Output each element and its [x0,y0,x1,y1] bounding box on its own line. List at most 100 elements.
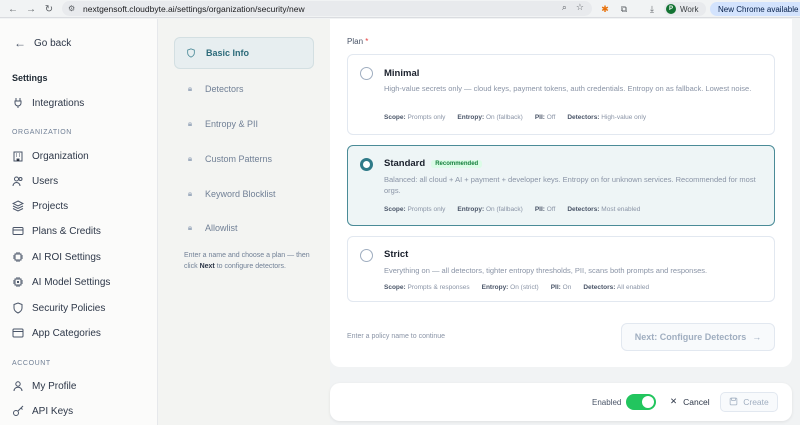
lock-icon: 🔒︎ [187,154,193,163]
bookmark-star-icon[interactable]: ☆ [576,2,584,13]
step-label: Entropy & PII [205,119,259,129]
plan-description: Everything on — all detectors, tighter e… [384,266,708,275]
reload-icon[interactable]: ↻ [42,2,56,16]
required-mark: * [365,37,369,46]
sidebar-item-integrations[interactable]: Integrations [12,96,84,110]
shield-icon [186,48,196,58]
plan-label: Plan * [347,37,368,46]
lock-icon: 🔒︎ [187,189,193,198]
meta-key: Scope: [384,114,406,121]
cancel-button[interactable]: ✕ Cancel [670,396,710,407]
meta-value: Prompts only [407,114,446,121]
profile-chip[interactable]: P Work [664,2,706,16]
sidebar-item-my-profile[interactable]: My Profile [12,379,76,393]
back-arrow-icon[interactable]: ← [6,2,20,16]
step-allowlist[interactable]: 🔒︎ Allowlist [174,212,314,244]
sidebar-item-ai-model-settings[interactable]: AI Model Settings [12,275,110,289]
cpu-icon [12,276,24,288]
forward-arrow-icon[interactable]: → [24,2,38,16]
meta-value: All enabled [616,284,650,291]
toggle-knob [642,396,654,408]
plan-meta: Scope: Prompts only Entropy: On (fallbac… [384,114,646,121]
download-icon[interactable]: ⤓ [645,2,659,16]
meta-key: Detectors: [567,114,600,121]
sidebar-item-security-policies[interactable]: Security Policies [12,301,105,315]
sidebar-item-label: AI ROI Settings [32,251,101,263]
plan-card-minimal[interactable]: Minimal High-value secrets only — cloud … [347,54,775,135]
chrome-update-button[interactable]: New Chrome available [710,2,800,16]
meta-value: Prompts & responses [407,284,470,291]
plan-entropy: Entropy: On (strict) [482,284,539,291]
sidebar-item-label: Integrations [32,97,85,109]
plan-meta: Scope: Prompts only Entropy: On (fallbac… [384,206,640,213]
step-keyword-blocklist[interactable]: 🔒︎ Keyword Blocklist [174,178,314,210]
plan-radio-minimal[interactable] [360,67,373,80]
policy-name-hint: Enter a policy name to continue [347,333,446,340]
sidebar-item-label: Projects [32,200,69,212]
step-entropy-pii[interactable]: 🔒︎ Entropy & PII [174,108,314,140]
zoom-icon[interactable]: ⌕ [562,2,567,13]
lock-icon: 🔒︎ [187,84,193,93]
recommended-badge: Recommended [431,160,483,168]
next-configure-detectors-button[interactable]: Next: Configure Detectors → [621,323,775,351]
plan-pii: PII: Off [535,114,556,121]
step-detectors[interactable]: 🔒︎ Detectors [174,73,314,105]
sidebar-item-label: AI Model Settings [32,276,111,288]
plan-card-standard[interactable]: Standard Recommended Balanced: all cloud … [347,145,775,226]
sidebar-item-users[interactable]: Users [12,174,58,188]
meta-key: PII: [534,114,545,121]
meta-key: PII: [550,284,561,291]
enabled-toggle[interactable] [626,394,656,410]
meta-value: On (fallback) [485,114,523,121]
extensions-puzzle-icon[interactable]: ⧉ [617,2,631,16]
plan-meta: Scope: Prompts & responses Entropy: On (… [384,284,649,291]
plan-name: Minimal [384,68,420,79]
plan-radio-standard[interactable] [360,158,373,171]
meta-value: Most enabled [601,206,641,213]
step-label: Basic Info [206,48,250,58]
meta-value: On (strict) [510,284,539,291]
plan-pii: PII: Off [535,206,556,213]
sidebar-item-label: Security Policies [32,302,106,314]
site-settings-icon[interactable]: ⚙ [68,4,78,13]
extension-icon[interactable]: ✱ [598,2,612,16]
enabled-label: Enabled [592,398,622,407]
meta-value: On [562,284,572,291]
wizard-steps: Basic Info 🔒︎ Detectors 🔒︎ Entropy & PII… [158,19,330,425]
user-icon [12,380,24,392]
plan-entropy: Entropy: On (fallback) [457,206,522,213]
step-basic-info[interactable]: Basic Info [174,37,314,69]
hint-text: to configure detectors. [214,263,286,270]
sidebar-item-api-keys[interactable]: API Keys [12,404,73,418]
meta-key: Detectors: [567,206,600,213]
plan-name: Strict [384,249,409,260]
shield-icon [12,302,24,314]
address-bar[interactable]: ⚙ nextgensoft.cloudbyte.ai/settings/orga… [62,1,592,16]
sidebar-item-organization[interactable]: Organization [12,149,89,163]
sidebar-item-label: Organization [32,150,89,162]
plan-detectors: Detectors: Most enabled [567,206,640,213]
plan-label-text: Plan [347,37,364,46]
sidebar-item-plans-credits[interactable]: Plans & Credits [12,224,101,238]
close-icon: ✕ [670,396,678,406]
plan-name: Standard Recommended [384,158,483,169]
meta-key: Entropy: [457,206,485,213]
sidebar-item-label: My Profile [32,380,77,392]
step-custom-patterns[interactable]: 🔒︎ Custom Patterns [174,143,314,175]
sidebar-item-app-categories[interactable]: App Categories [12,326,101,340]
plan-scope: Scope: Prompts only [384,114,445,121]
credit-card-icon [12,225,24,237]
plan-detectors: Detectors: All enabled [583,284,649,291]
plan-scope: Scope: Prompts only [384,206,445,213]
sidebar-item-projects[interactable]: Projects [12,199,68,213]
meta-key: Scope: [384,206,406,213]
lock-icon: 🔒︎ [187,223,193,232]
create-button[interactable]: Create [720,392,778,412]
plan-radio-strict[interactable] [360,249,373,262]
plan-card-strict[interactable]: Strict Everything on — all detectors, ti… [347,236,775,302]
step-label: Custom Patterns [205,154,273,164]
go-back-link[interactable]: ← Go back [14,36,71,50]
settings-sidebar: ← Go back Settings Integrations ORGANIZA… [0,19,158,425]
step-label: Detectors [205,84,244,94]
sidebar-item-ai-roi-settings[interactable]: AI ROI Settings [12,250,101,264]
